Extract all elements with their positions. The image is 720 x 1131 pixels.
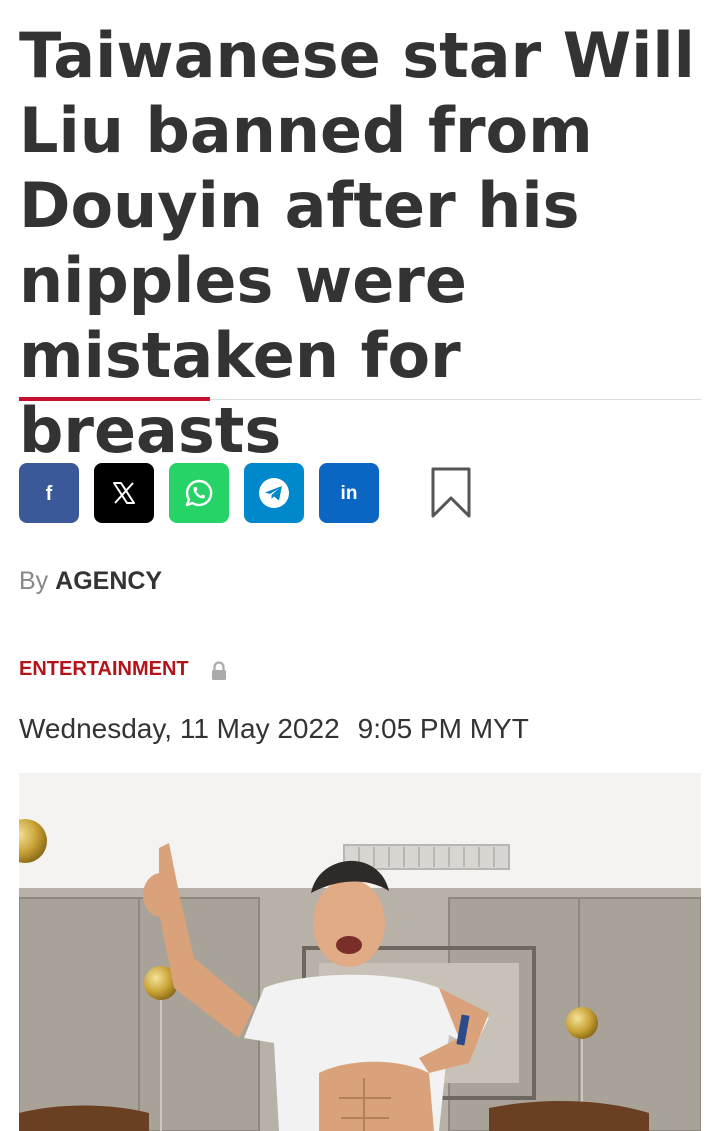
share-facebook-button[interactable]: f [19, 463, 79, 523]
whatsapp-icon [185, 479, 213, 507]
telegram-icon [259, 478, 289, 508]
linkedin-icon: in [341, 483, 358, 504]
headline-divider-accent [19, 397, 210, 401]
publish-time: 9:05 PM MYT [357, 713, 529, 744]
byline: By AGENCY [19, 567, 162, 596]
lock-icon [212, 661, 226, 680]
x-icon [113, 482, 135, 504]
svg-text:f: f [46, 483, 53, 504]
svg-text:in: in [341, 483, 358, 504]
share-linkedin-button[interactable]: in [319, 463, 379, 523]
bookmark-icon[interactable] [427, 466, 475, 520]
share-whatsapp-button[interactable] [169, 463, 229, 523]
publish-datetime: Wednesday, 11 May 2022 9:05 PM MYT [19, 713, 529, 745]
byline-prefix: By [19, 567, 49, 595]
facebook-icon: f [46, 483, 53, 504]
share-telegram-button[interactable] [244, 463, 304, 523]
article-photo [19, 773, 701, 1131]
share-x-button[interactable] [94, 463, 154, 523]
author-link[interactable]: AGENCY [55, 567, 162, 595]
category-link[interactable]: ENTERTAINMENT [19, 658, 189, 681]
publish-date: Wednesday, 11 May 2022 [19, 713, 340, 744]
